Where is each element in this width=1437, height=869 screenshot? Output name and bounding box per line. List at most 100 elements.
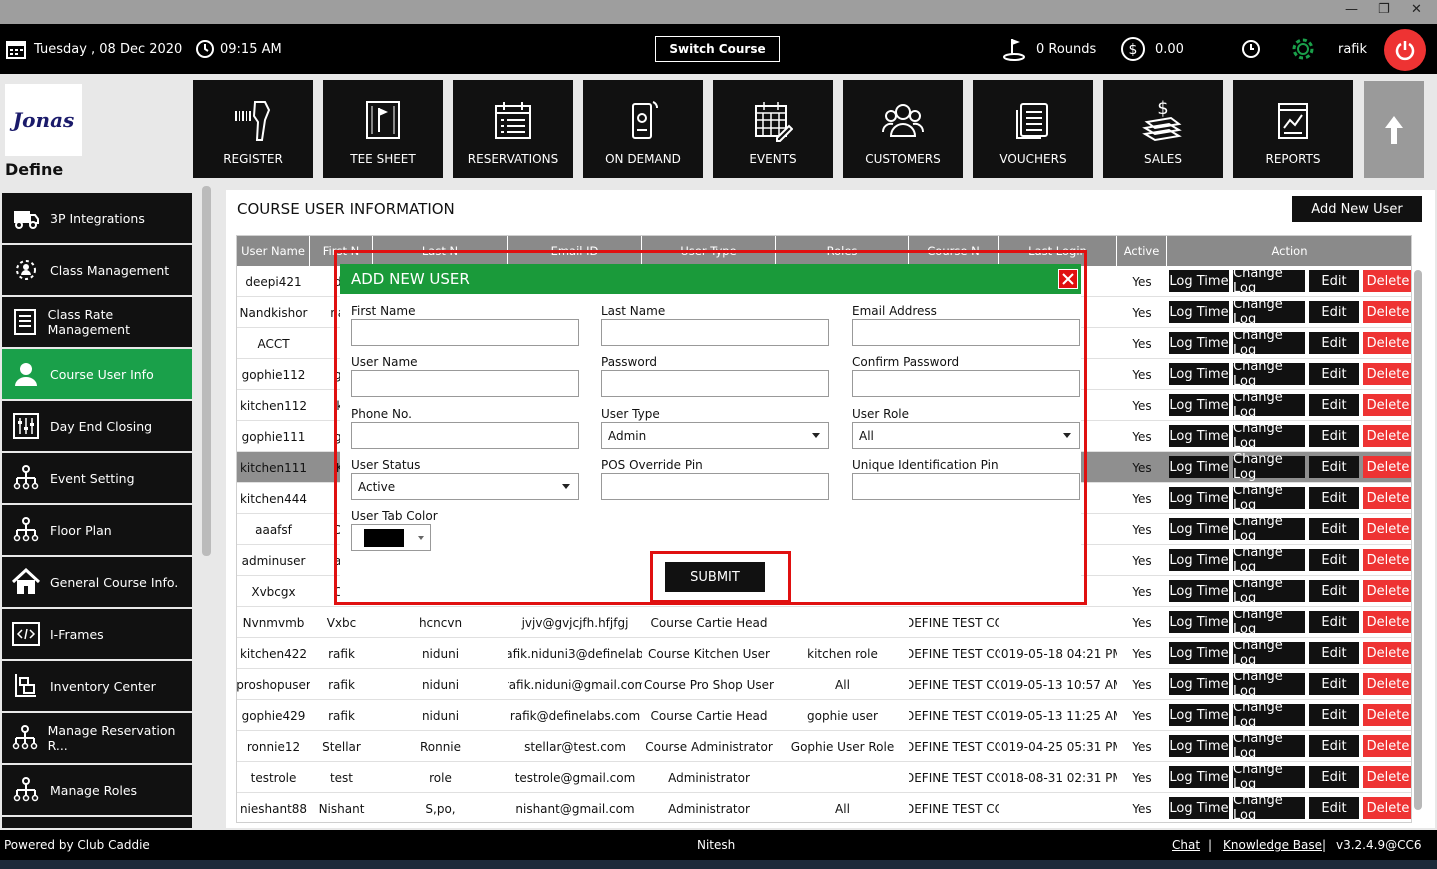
nav-reservations[interactable]: RESERVATIONS	[453, 80, 573, 178]
minimize-icon[interactable]: —	[1345, 2, 1358, 17]
change-log-button[interactable]: Change Log	[1233, 328, 1305, 358]
edit-button[interactable]: Edit	[1309, 518, 1359, 540]
edit-button[interactable]: Edit	[1309, 332, 1359, 354]
delete-button[interactable]: Delete	[1363, 456, 1411, 478]
table-row[interactable]: Nvnmvmb Vxbc hcncvn jvjv@gvjcjfh.hfjfgj Cour…	[237, 607, 1411, 638]
change-log-button[interactable]: Change Log	[1233, 514, 1305, 544]
delete-button[interactable]: Delete	[1363, 332, 1411, 354]
edit-button[interactable]: Edit	[1309, 642, 1359, 664]
delete-button[interactable]: Delete	[1363, 797, 1411, 819]
chat-link[interactable]: Chat	[1172, 838, 1200, 852]
change-log-button[interactable]: Change Log	[1233, 762, 1305, 792]
log-time-button[interactable]: Log Time	[1169, 270, 1229, 292]
user-name-input[interactable]	[351, 370, 579, 397]
log-time-button[interactable]: Log Time	[1169, 704, 1229, 726]
delete-button[interactable]: Delete	[1363, 611, 1411, 633]
delete-button[interactable]: Delete	[1363, 487, 1411, 509]
change-log-button[interactable]: Change Log	[1233, 297, 1305, 327]
change-log-button[interactable]: Change Log	[1233, 638, 1305, 668]
sidebar-item-class-management[interactable]: Class Management	[2, 245, 192, 295]
delete-button[interactable]: Delete	[1363, 580, 1411, 602]
edit-button[interactable]: Edit	[1309, 549, 1359, 571]
edit-button[interactable]: Edit	[1309, 766, 1359, 788]
table-row[interactable]: nieshant88 Nishant S,po, nishant@gmail.com A…	[237, 793, 1411, 822]
user-type-select[interactable]: Admin	[601, 422, 829, 449]
sidebar-item-class-rate-management[interactable]: Class Rate Management	[2, 297, 192, 347]
table-row[interactable]: testrole test role testrole@gmail.com Admini…	[237, 762, 1411, 793]
edit-button[interactable]: Edit	[1309, 580, 1359, 602]
edit-button[interactable]: Edit	[1309, 425, 1359, 447]
first-name-input[interactable]	[351, 319, 579, 346]
history-clock-button[interactable]	[1241, 24, 1261, 74]
nav-on-demand[interactable]: ON DEMAND	[583, 80, 703, 178]
uid-pin-input[interactable]	[852, 473, 1080, 500]
edit-button[interactable]: Edit	[1309, 487, 1359, 509]
log-time-button[interactable]: Log Time	[1169, 673, 1229, 695]
table-row[interactable]: ronnie12 Stellar Ronnie stellar@test.com Cou…	[237, 731, 1411, 762]
log-time-button[interactable]: Log Time	[1169, 456, 1229, 478]
delete-button[interactable]: Delete	[1363, 549, 1411, 571]
change-log-button[interactable]: Change Log	[1233, 452, 1305, 482]
log-time-button[interactable]: Log Time	[1169, 332, 1229, 354]
table-row[interactable]: kitchen422 rafik niduni rafik.niduni3@defin…	[237, 638, 1411, 669]
scroll-up-button[interactable]	[1364, 81, 1424, 178]
edit-button[interactable]: Edit	[1309, 301, 1359, 323]
knowledge-base-link[interactable]: Knowledge Base	[1223, 838, 1322, 852]
sidebar-item-manage-reservation[interactable]: Manage Reservation R...	[2, 713, 192, 763]
delete-button[interactable]: Delete	[1363, 766, 1411, 788]
nav-vouchers[interactable]: VOUCHERS	[973, 80, 1093, 178]
log-time-button[interactable]: Log Time	[1169, 363, 1229, 385]
delete-button[interactable]: Delete	[1363, 363, 1411, 385]
delete-button[interactable]: Delete	[1363, 704, 1411, 726]
sidebar-item-3p-integrations[interactable]: 3P Integrations	[2, 193, 192, 243]
edit-button[interactable]: Edit	[1309, 456, 1359, 478]
switch-course-button[interactable]: Switch Course	[655, 36, 780, 62]
log-time-button[interactable]: Log Time	[1169, 425, 1229, 447]
delete-button[interactable]: Delete	[1363, 673, 1411, 695]
edit-button[interactable]: Edit	[1309, 673, 1359, 695]
log-time-button[interactable]: Log Time	[1169, 797, 1229, 819]
table-row[interactable]: gophie429 rafik niduni rafik@definelabs.com…	[237, 700, 1411, 731]
log-time-button[interactable]: Log Time	[1169, 549, 1229, 571]
tab-color-picker[interactable]	[351, 524, 431, 551]
delete-button[interactable]: Delete	[1363, 425, 1411, 447]
modal-close-button[interactable]	[1058, 269, 1078, 289]
nav-events[interactable]: EVENTS	[713, 80, 833, 178]
user-role-select[interactable]: All	[852, 422, 1080, 449]
sidebar-item-course-user-info[interactable]: Course User Info	[2, 349, 192, 399]
delete-button[interactable]: Delete	[1363, 394, 1411, 416]
password-input[interactable]	[601, 370, 829, 397]
edit-button[interactable]: Edit	[1309, 270, 1359, 292]
email-input[interactable]	[852, 319, 1080, 346]
last-name-input[interactable]	[601, 319, 829, 346]
power-button[interactable]	[1384, 29, 1426, 71]
change-log-button[interactable]: Change Log	[1233, 359, 1305, 389]
settings-button[interactable]	[1290, 24, 1316, 74]
edit-button[interactable]: Edit	[1309, 735, 1359, 757]
change-log-button[interactable]: Change Log	[1233, 390, 1305, 420]
change-log-button[interactable]: Change Log	[1233, 576, 1305, 606]
sidebar-item-partial[interactable]	[2, 817, 192, 828]
log-time-button[interactable]: Log Time	[1169, 487, 1229, 509]
log-time-button[interactable]: Log Time	[1169, 642, 1229, 664]
change-log-button[interactable]: Change Log	[1233, 545, 1305, 575]
nav-tee-sheet[interactable]: TEE SHEET	[323, 80, 443, 178]
change-log-button[interactable]: Change Log	[1233, 266, 1305, 296]
table-scrollbar[interactable]	[1414, 270, 1422, 810]
add-new-user-button[interactable]: Add New User	[1292, 196, 1422, 222]
delete-button[interactable]: Delete	[1363, 518, 1411, 540]
sidebar-item-general-course-info[interactable]: General Course Info.	[2, 557, 192, 607]
close-window-icon[interactable]: ✕	[1411, 2, 1422, 17]
change-log-button[interactable]: Change Log	[1233, 421, 1305, 451]
log-time-button[interactable]: Log Time	[1169, 735, 1229, 757]
change-log-button[interactable]: Change Log	[1233, 607, 1305, 637]
log-time-button[interactable]: Log Time	[1169, 301, 1229, 323]
nav-customers[interactable]: CUSTOMERS	[843, 80, 963, 178]
sidebar-item-inventory-center[interactable]: Inventory Center	[2, 661, 192, 711]
edit-button[interactable]: Edit	[1309, 704, 1359, 726]
nav-register[interactable]: REGISTER	[193, 80, 313, 178]
restore-icon[interactable]: ❐	[1378, 2, 1390, 17]
col-user-name[interactable]: User Name	[237, 236, 310, 266]
edit-button[interactable]: Edit	[1309, 363, 1359, 385]
log-time-button[interactable]: Log Time	[1169, 611, 1229, 633]
